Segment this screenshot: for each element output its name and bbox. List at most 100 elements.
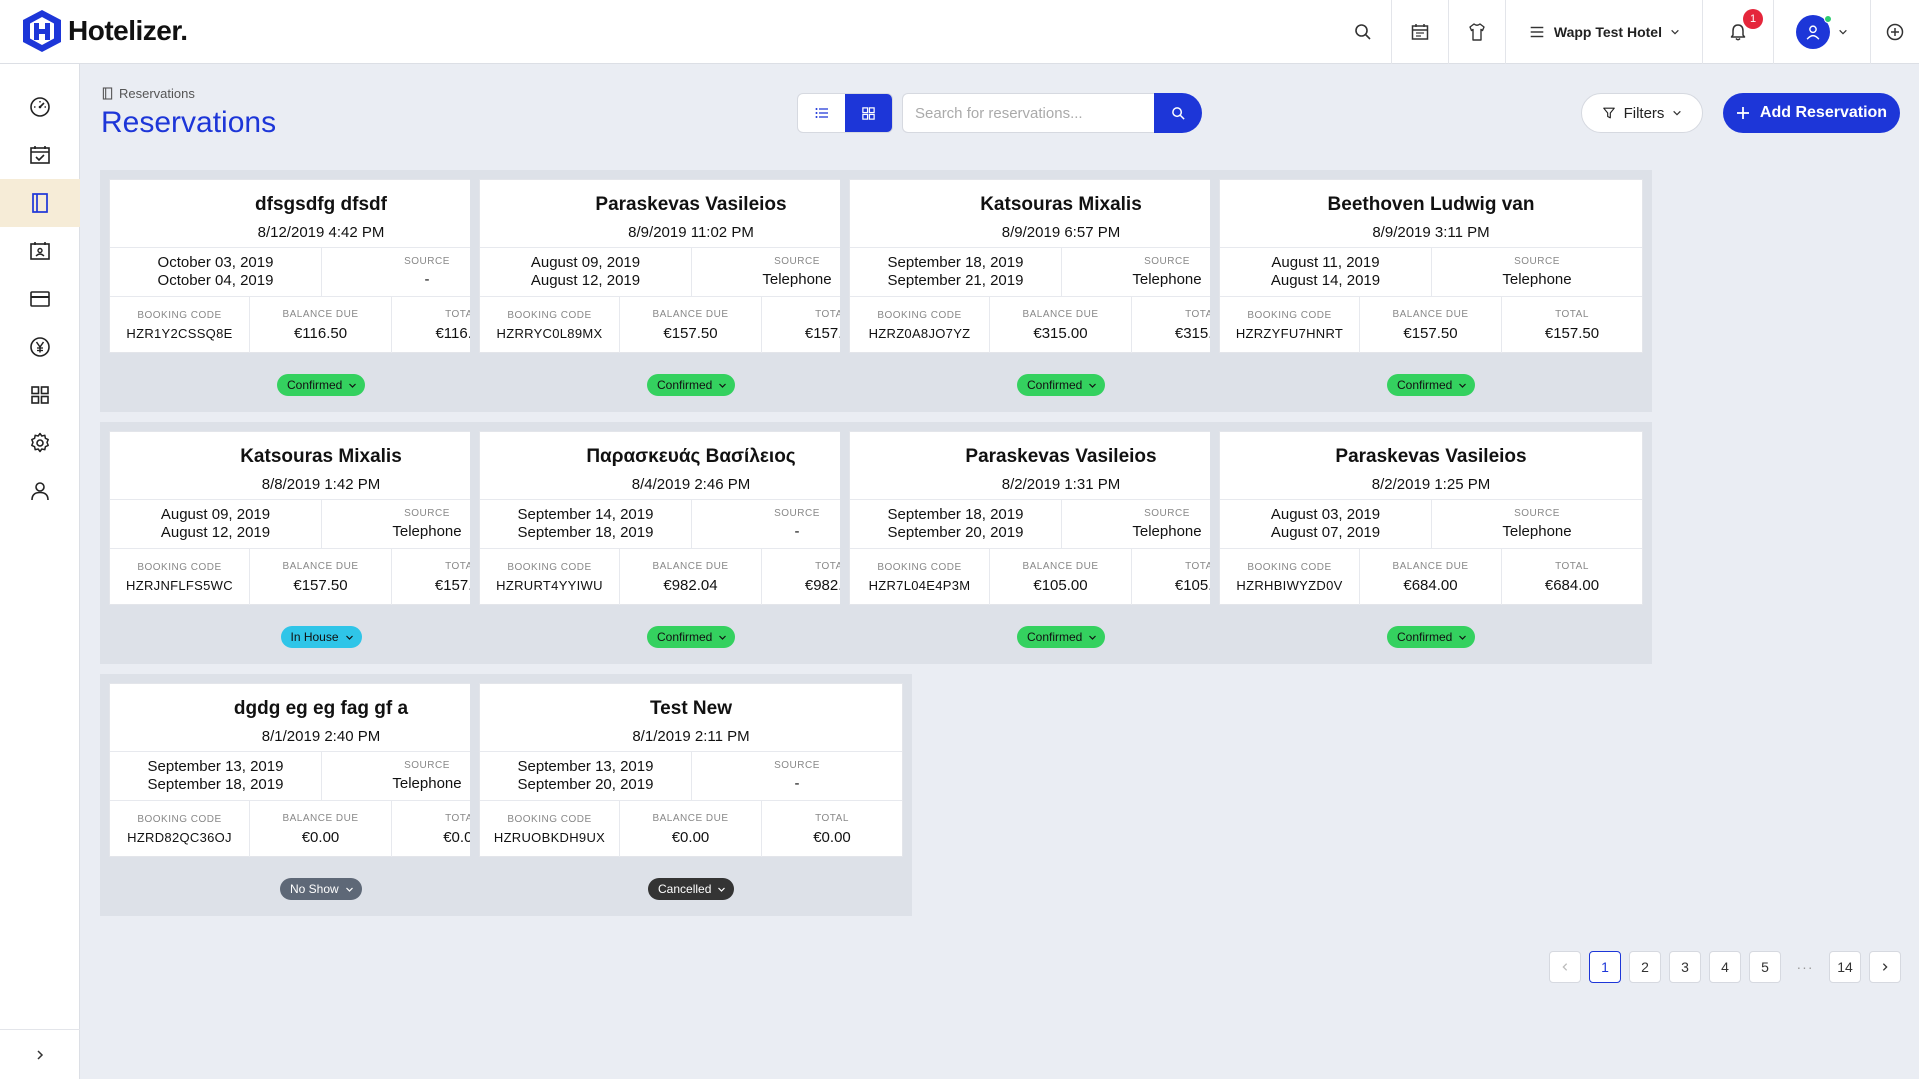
sidebar-item-profile[interactable] (0, 467, 80, 515)
check-in-date: August 09, 2019 (160, 506, 271, 523)
booking-code-cell: BOOKING CODE HZRJNFLFS5WC (110, 549, 250, 605)
guest-name[interactable]: Paraskevas Vasileios (850, 446, 1272, 468)
balance-due-value: €315.00 (1033, 324, 1088, 342)
sidebar-expand-button[interactable] (0, 1029, 80, 1079)
source-value: Telephone (1132, 523, 1202, 540)
guest-name[interactable]: Παρασκευάς Βασίλειος (480, 446, 902, 468)
global-search-button[interactable] (1335, 0, 1391, 64)
status-dropdown[interactable]: No Show (280, 878, 362, 900)
page-button[interactable]: 14 (1829, 951, 1861, 983)
search-input[interactable] (902, 93, 1154, 133)
page-button[interactable]: 3 (1669, 951, 1701, 983)
source-label: SOURCE (1514, 508, 1560, 519)
source-label: SOURCE (1144, 256, 1190, 267)
status-dropdown[interactable]: Confirmed (277, 374, 366, 396)
sidebar-item-settings[interactable] (0, 419, 80, 467)
guest-name[interactable]: dfsgsdfg dfsdf (110, 194, 532, 216)
page-button[interactable]: 4 (1709, 951, 1741, 983)
stay-info-row: September 13, 2019 September 20, 2019 SO… (480, 751, 902, 801)
status-dropdown[interactable]: Cancelled (648, 878, 735, 900)
balance-due-label: BALANCE DUE (282, 812, 359, 824)
booking-code-value: HZRHBIWYZD0V (1236, 577, 1343, 593)
reservation-card[interactable]: Beethoven Ludwig van 8/9/2019 3:11 PM Au… (1210, 170, 1652, 412)
grid-view-button[interactable] (845, 94, 892, 132)
next-page-button[interactable] (1869, 951, 1901, 983)
dashboard-gauge-icon (30, 97, 50, 117)
sidebar-item-calendar[interactable] (0, 131, 80, 179)
status-dropdown[interactable]: Confirmed (1387, 374, 1476, 396)
balance-due-cell: BALANCE DUE €684.00 (1360, 549, 1502, 605)
check-in-date: September 14, 2019 (517, 506, 654, 523)
guest-name[interactable]: Katsouras Mixalis (850, 194, 1272, 216)
guest-name[interactable]: Test New (480, 698, 902, 720)
balance-due-cell: BALANCE DUE €157.50 (620, 297, 762, 353)
status-dropdown[interactable]: Confirmed (1387, 626, 1476, 648)
check-out-date: August 07, 2019 (1270, 524, 1381, 541)
reservations-book-icon (32, 193, 48, 213)
status-label: Confirmed (1397, 630, 1453, 644)
stay-dates: August 09, 2019 August 12, 2019 (110, 500, 322, 548)
booking-code-cell: BOOKING CODE HZRZ0A8JO7YZ (850, 297, 990, 353)
page-button[interactable]: 5 (1749, 951, 1781, 983)
guest-name[interactable]: Paraskevas Vasileios (1220, 446, 1642, 468)
page-button[interactable]: 2 (1629, 951, 1661, 983)
hotelizer-logo-icon (23, 10, 61, 52)
total-cell: TOTAL €0.00 (762, 801, 902, 857)
reservation-card[interactable]: Paraskevas Vasileios 8/2/2019 1:25 PM Au… (1210, 422, 1652, 664)
financial-info-row: BOOKING CODE HZRZYFU7HNRT BALANCE DUE €1… (1220, 297, 1642, 353)
guest-name[interactable]: Paraskevas Vasileios (480, 194, 902, 216)
breadcrumb-label[interactable]: Reservations (119, 86, 195, 101)
chevron-down-icon (1459, 635, 1467, 640)
financial-info-row: BOOKING CODE HZRRYC0L89MX BALANCE DUE €1… (480, 297, 902, 353)
hotel-selector[interactable]: Wapp Test Hotel (1504, 0, 1702, 64)
app-logo[interactable]: Hotelizer. (20, 8, 188, 54)
status-dropdown[interactable]: In House (280, 626, 362, 648)
search-button[interactable] (1154, 93, 1202, 133)
status-dropdown[interactable]: Confirmed (1017, 374, 1106, 396)
filters-button[interactable]: Filters (1581, 93, 1703, 133)
sidebar-item-dashboard[interactable] (0, 83, 80, 131)
add-reservation-button[interactable]: Add Reservation (1723, 93, 1900, 133)
status-dropdown[interactable]: Confirmed (647, 374, 736, 396)
sidebar-item-reservations[interactable] (0, 179, 80, 227)
reservations-book-icon (102, 87, 113, 100)
sidebar-item-payments[interactable] (0, 275, 80, 323)
calendar-button[interactable] (1390, 0, 1448, 64)
page-button[interactable]: 1 (1589, 951, 1621, 983)
financial-info-row: BOOKING CODE HZR1Y2CSSQ8E BALANCE DUE €1… (110, 297, 532, 353)
quick-add-button[interactable] (1870, 0, 1919, 64)
stay-info-row: October 03, 2019 October 04, 2019 SOURCE… (110, 247, 532, 297)
notifications-button[interactable]: 1 (1702, 0, 1773, 64)
stay-dates: September 13, 2019 September 18, 2019 (110, 752, 322, 800)
reservation-card[interactable]: Test New 8/1/2019 2:11 PM September 13, … (470, 674, 912, 916)
filters-label: Filters (1623, 104, 1665, 122)
sidebar-item-guests[interactable] (0, 227, 80, 275)
guest-name[interactable]: Katsouras Mixalis (110, 446, 532, 468)
source-label: SOURCE (404, 256, 450, 267)
housekeeping-button[interactable] (1447, 0, 1505, 64)
guest-name[interactable]: dgdg eg eg fag gf a (110, 698, 532, 720)
check-out-date: August 12, 2019 (530, 272, 641, 289)
booking-code-value: HZRD82QC36OJ (127, 829, 232, 845)
list-view-button[interactable] (798, 94, 845, 132)
stay-dates: August 09, 2019 August 12, 2019 (480, 248, 692, 296)
check-in-date: August 11, 2019 (1271, 254, 1380, 271)
status-dropdown[interactable]: Confirmed (1017, 626, 1106, 648)
sidebar-item-finance[interactable] (0, 323, 80, 371)
total-label: TOTAL (1555, 560, 1589, 572)
guest-name[interactable]: Beethoven Ludwig van (1220, 194, 1642, 216)
stay-info-row: September 14, 2019 September 18, 2019 SO… (480, 499, 902, 549)
sidebar-item-apps[interactable] (0, 371, 80, 419)
status-dropdown[interactable]: Confirmed (647, 626, 736, 648)
financial-info-row: BOOKING CODE HZRHBIWYZD0V BALANCE DUE €6… (1220, 549, 1642, 605)
booking-code-cell: BOOKING CODE HZR7L04E4P3M (850, 549, 990, 605)
booking-code-value: HZRRYC0L89MX (496, 325, 603, 341)
user-menu-button[interactable] (1773, 0, 1870, 64)
search-icon (1171, 106, 1185, 120)
stay-info-row: August 09, 2019 August 12, 2019 SOURCE T… (480, 247, 902, 297)
source-label: SOURCE (774, 256, 820, 267)
filter-funnel-icon (1602, 107, 1615, 119)
previous-page-button[interactable] (1549, 951, 1581, 983)
total-label: TOTAL (815, 812, 849, 824)
booking-code-label: BOOKING CODE (1247, 309, 1332, 321)
